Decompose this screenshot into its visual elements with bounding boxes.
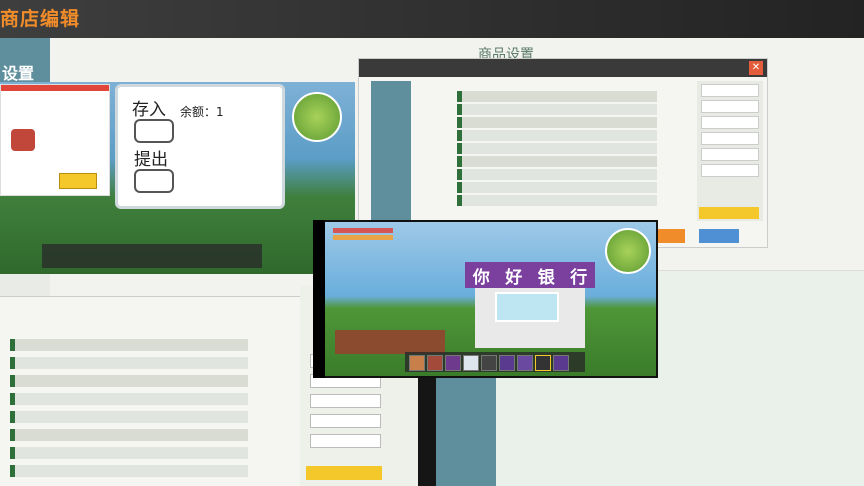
item-slot[interactable] xyxy=(701,132,759,145)
list-item[interactable] xyxy=(10,339,248,351)
item-slot[interactable] xyxy=(310,414,381,428)
hotbar-slot[interactable] xyxy=(409,355,425,371)
list-item[interactable] xyxy=(457,91,657,102)
chest-icon xyxy=(11,129,35,151)
list-item[interactable] xyxy=(10,465,248,477)
add-item-button[interactable] xyxy=(306,466,382,480)
hotbar-slot-selected[interactable] xyxy=(535,355,551,371)
list-item[interactable] xyxy=(10,411,248,423)
brick-block xyxy=(335,330,445,354)
hotbar-slot[interactable] xyxy=(481,355,497,371)
list-item[interactable] xyxy=(457,117,657,128)
sign-char: 银 xyxy=(537,267,555,288)
divider xyxy=(313,220,325,378)
hotbar-slot[interactable] xyxy=(463,355,479,371)
list-item[interactable] xyxy=(457,130,657,141)
list-item[interactable] xyxy=(457,104,657,115)
list-item[interactable] xyxy=(457,169,657,180)
item-slot[interactable] xyxy=(310,434,381,448)
sidebar-settings-label: 设置 xyxy=(2,64,35,83)
page-title: 商店编辑 xyxy=(0,8,81,30)
bank-building: 你 好 银 行 xyxy=(465,262,595,352)
trigger-rows-bottom xyxy=(10,333,248,483)
hotbar-slot[interactable] xyxy=(517,355,533,371)
item-slot[interactable] xyxy=(701,116,759,129)
editor-header xyxy=(359,59,767,77)
item-slot-column xyxy=(697,81,763,221)
game-screenshot-bank: 你 好 银 行 xyxy=(313,220,658,378)
item-slot[interactable] xyxy=(701,100,759,113)
list-item[interactable] xyxy=(10,393,248,405)
hotbar-slot[interactable] xyxy=(445,355,461,371)
hunger-bar xyxy=(333,235,393,240)
minimap xyxy=(292,92,342,142)
hotbar-slot[interactable] xyxy=(427,355,443,371)
bank-dialog: 存入 余额：1 提出 xyxy=(115,84,285,209)
minimap xyxy=(605,228,651,274)
dialog-accent-bar xyxy=(1,85,109,91)
editor-sidebar xyxy=(371,81,411,241)
deposit-label: 存入 xyxy=(132,100,166,120)
game-hotbar xyxy=(405,352,585,372)
dialog-confirm-button[interactable] xyxy=(59,173,97,189)
editor-sidebar xyxy=(436,370,496,486)
list-item[interactable] xyxy=(457,143,657,154)
bank-window xyxy=(495,292,559,322)
divider xyxy=(418,370,436,486)
item-slot[interactable] xyxy=(701,148,759,161)
bank-sign: 你 好 银 行 xyxy=(465,262,595,288)
sign-char: 你 xyxy=(472,267,490,288)
reward-dialog xyxy=(0,84,110,196)
sign-char: 行 xyxy=(570,267,588,288)
list-item[interactable] xyxy=(10,429,248,441)
health-bar xyxy=(333,228,393,233)
trigger-editor-bottom xyxy=(0,296,300,486)
close-icon[interactable]: ✕ xyxy=(749,61,763,75)
balance-label: 余额：1 xyxy=(180,105,224,119)
withdraw-label: 提出 xyxy=(134,150,168,170)
item-slot[interactable] xyxy=(701,84,759,97)
game-hotbar xyxy=(42,244,262,268)
item-slot[interactable] xyxy=(310,394,381,408)
deposit-input[interactable] xyxy=(134,119,174,143)
top-bar xyxy=(0,0,864,38)
item-slot[interactable] xyxy=(701,164,759,177)
hotbar-slot[interactable] xyxy=(553,355,569,371)
list-item[interactable] xyxy=(10,357,248,369)
list-item[interactable] xyxy=(10,447,248,459)
hotbar-slot[interactable] xyxy=(499,355,515,371)
list-item[interactable] xyxy=(457,182,657,193)
list-item[interactable] xyxy=(10,375,248,387)
add-item-button[interactable] xyxy=(699,207,759,219)
trigger-rows xyxy=(457,89,657,208)
list-item[interactable] xyxy=(457,156,657,167)
list-item[interactable] xyxy=(457,195,657,206)
confirm-button[interactable] xyxy=(699,229,739,243)
withdraw-input[interactable] xyxy=(134,169,174,193)
sign-char: 好 xyxy=(505,267,523,288)
